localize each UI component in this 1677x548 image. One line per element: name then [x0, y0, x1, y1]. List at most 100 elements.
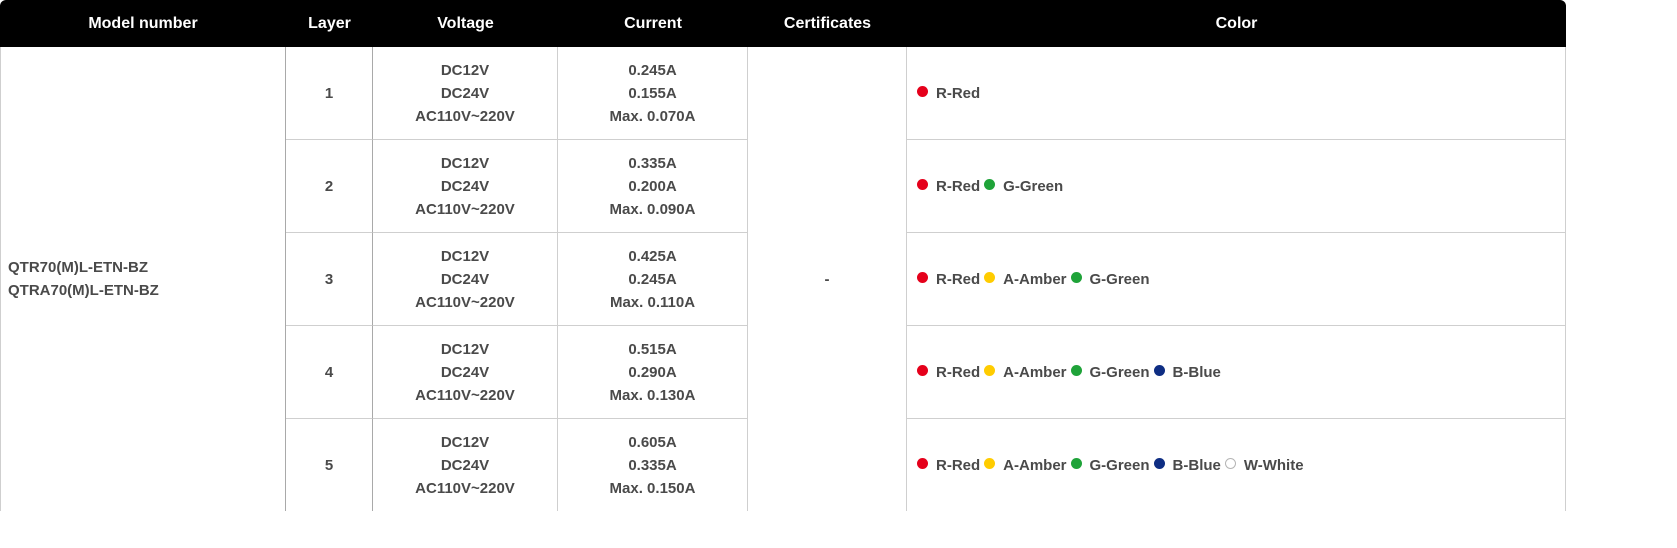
color-item: G-Green — [1070, 361, 1150, 384]
color-cell: R-Red A-Amber G-Green — [907, 233, 1566, 326]
color-item: R-Red — [917, 361, 980, 384]
color-item: R-Red — [917, 82, 980, 105]
color-item: B-Blue — [1153, 454, 1221, 477]
voltage-cell: DC12V DC24V AC110V~220V — [373, 140, 558, 233]
voltage-value: DC12V — [440, 61, 490, 79]
color-item: R-Red — [917, 175, 980, 198]
color-label: A-Amber — [1003, 363, 1067, 381]
color-item: G-Green — [1070, 454, 1150, 477]
header-color: Color — [907, 0, 1566, 47]
color-list: R-Red A-Amber G-Green — [917, 268, 1565, 291]
current-value: Max. 0.070A — [609, 107, 696, 125]
voltage-value: DC12V — [440, 433, 490, 451]
color-dot-icon — [917, 271, 928, 283]
color-item: R-Red — [917, 454, 980, 477]
color-cell: R-Red A-Amber G-Green B-Blue — [907, 326, 1566, 419]
color-label: G-Green — [1089, 456, 1150, 474]
voltage-value: AC110V~220V — [415, 479, 515, 497]
header-model-number: Model number — [0, 0, 286, 47]
spec-table: Model number Layer Voltage Current Certi… — [0, 0, 1566, 511]
color-dot-icon — [1153, 364, 1165, 376]
voltage-value: DC24V — [440, 456, 490, 474]
voltage-cell: DC12V DC24V AC110V~220V — [373, 419, 558, 511]
voltage-cell: DC12V DC24V AC110V~220V — [373, 326, 558, 419]
color-dot-icon — [917, 364, 928, 376]
color-dot-icon — [1070, 271, 1082, 283]
color-item: G-Green — [984, 175, 1063, 198]
voltage-value: DC24V — [440, 177, 490, 195]
color-label: G-Green — [1089, 363, 1150, 381]
color-label: A-Amber — [1003, 270, 1067, 288]
color-item: A-Amber — [984, 268, 1067, 291]
color-dot-icon — [984, 178, 996, 190]
spec-table-container: Model number Layer Voltage Current Certi… — [0, 0, 1566, 511]
layer-cell: 4 — [286, 326, 373, 419]
color-label: B-Blue — [1172, 363, 1221, 381]
voltage-value: AC110V~220V — [415, 293, 515, 311]
current-value: 0.245A — [628, 270, 677, 288]
voltage-value: DC24V — [440, 270, 490, 288]
current-value: Max. 0.150A — [609, 479, 696, 497]
color-dot-icon — [984, 271, 996, 283]
color-list: R-Red G-Green — [917, 175, 1565, 198]
color-item: W-White — [1224, 454, 1304, 477]
voltage-cell: DC12V DC24V AC110V~220V — [373, 47, 558, 140]
color-label: R-Red — [936, 456, 981, 474]
current-cell: 0.335A 0.200A Max. 0.090A — [558, 140, 748, 233]
header-certificates: Certificates — [748, 0, 907, 47]
color-label: W-White — [1243, 456, 1304, 474]
header-voltage: Voltage — [373, 0, 558, 47]
layer-cell: 3 — [286, 233, 373, 326]
color-list: R-Red A-Amber G-Green B-Blue W-White — [917, 454, 1565, 477]
current-value: 0.335A — [628, 154, 677, 172]
color-dot-icon — [917, 457, 928, 469]
current-cell: 0.245A 0.155A Max. 0.070A — [558, 47, 748, 140]
current-cell: 0.425A 0.245A Max. 0.110A — [558, 233, 748, 326]
layer-cell: 2 — [286, 140, 373, 233]
current-value: 0.200A — [628, 177, 677, 195]
model-number-cell: QTR70(M)L-ETN-BZ QTRA70(M)L-ETN-BZ — [0, 47, 286, 511]
color-item: R-Red — [917, 268, 980, 291]
table-header: Model number Layer Voltage Current Certi… — [0, 0, 1566, 47]
current-value: Max. 0.130A — [609, 386, 696, 404]
current-value: 0.335A — [628, 456, 677, 474]
table-body: QTR70(M)L-ETN-BZ QTRA70(M)L-ETN-BZ 1 DC12V D… — [0, 47, 1566, 511]
header-current: Current — [558, 0, 748, 47]
current-cell: 0.515A 0.290A Max. 0.130A — [558, 326, 748, 419]
header-row: Model number Layer Voltage Current Certi… — [0, 0, 1566, 47]
voltage-value: DC12V — [440, 247, 490, 265]
color-label: G-Green — [1003, 177, 1064, 195]
current-value: Max. 0.110A — [609, 293, 696, 311]
color-dot-icon — [1224, 457, 1236, 469]
certificates-cell: - — [748, 47, 907, 511]
current-value: 0.245A — [628, 61, 677, 79]
color-dot-icon — [917, 85, 928, 97]
voltage-cell: DC12V DC24V AC110V~220V — [373, 233, 558, 326]
model-number: QTRA70(M)L-ETN-BZ — [8, 282, 159, 299]
color-cell: R-Red — [907, 47, 1566, 140]
current-value: 0.425A — [628, 247, 677, 265]
color-cell: R-Red A-Amber G-Green B-Blue W-White — [907, 419, 1566, 511]
color-dot-icon — [1070, 457, 1082, 469]
color-item: A-Amber — [984, 454, 1067, 477]
color-dot-icon — [1070, 364, 1082, 376]
current-cell: 0.605A 0.335A Max. 0.150A — [558, 419, 748, 511]
current-value: Max. 0.090A — [609, 200, 696, 218]
color-list: R-Red — [917, 82, 1565, 105]
voltage-value: DC24V — [440, 84, 490, 102]
color-label: R-Red — [936, 363, 981, 381]
voltage-value: AC110V~220V — [415, 107, 515, 125]
color-label: G-Green — [1089, 270, 1150, 288]
voltage-value: DC24V — [440, 363, 490, 381]
color-label: A-Amber — [1003, 456, 1067, 474]
color-item: G-Green — [1070, 268, 1150, 291]
model-number: QTR70(M)L-ETN-BZ — [8, 259, 148, 276]
header-layer: Layer — [286, 0, 373, 47]
color-label: R-Red — [936, 84, 981, 102]
voltage-value: AC110V~220V — [415, 200, 515, 218]
model-number-list: QTR70(M)L-ETN-BZ QTRA70(M)L-ETN-BZ — [8, 256, 285, 302]
color-cell: R-Red G-Green — [907, 140, 1566, 233]
voltage-value: DC12V — [440, 154, 490, 172]
current-value: 0.605A — [628, 433, 677, 451]
color-item: A-Amber — [984, 361, 1067, 384]
